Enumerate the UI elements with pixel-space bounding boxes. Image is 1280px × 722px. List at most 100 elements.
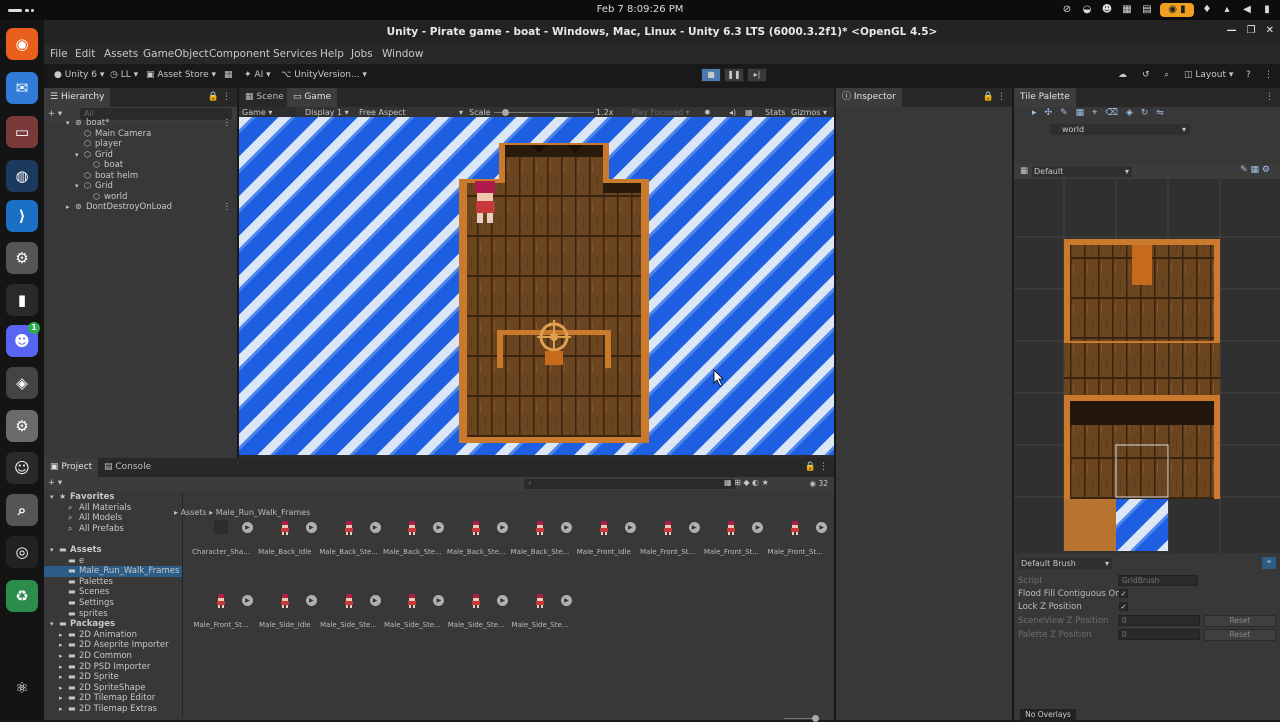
- project-tree-row[interactable]: ▬ Palettes: [44, 577, 182, 588]
- foldout-arrow-icon[interactable]: ▸: [59, 683, 63, 694]
- foldout-arrow-icon[interactable]: ▾: [50, 619, 54, 630]
- terminal-icon[interactable]: ▮: [6, 284, 38, 316]
- foldout-arrow-icon[interactable]: ▾: [50, 545, 54, 556]
- steam-icon[interactable]: ◍: [6, 160, 38, 192]
- grid-toggle-icons[interactable]: ✎ ▦ ⚙: [1240, 165, 1270, 175]
- menu-assets[interactable]: Assets: [104, 48, 138, 60]
- sprite-expand-arrow-icon[interactable]: ▶: [305, 595, 317, 606]
- sprite-expand-arrow-icon[interactable]: ▶: [369, 522, 381, 533]
- close-icon[interactable]: ✕: [1266, 25, 1274, 36]
- scale-slider-handle[interactable]: [502, 109, 509, 116]
- project-tree-row[interactable]: ▬ Scenes: [44, 587, 182, 598]
- sprite-expand-arrow-icon[interactable]: ▶: [497, 522, 509, 533]
- battery-icon[interactable]: ▮: [1260, 3, 1274, 17]
- foldout-arrow-icon[interactable]: ▾: [50, 492, 54, 503]
- flood-fill-checkbox[interactable]: ✓: [1119, 589, 1128, 598]
- project-lock-icon[interactable]: 🔒 ⋮: [799, 458, 834, 477]
- active-target-dropdown[interactable]: Default ▾: [1032, 166, 1132, 177]
- project-tree-row[interactable]: ⌕ All Prefabs: [44, 524, 182, 535]
- discord-icon[interactable]: ☻ 1: [6, 322, 40, 357]
- hierarchy-row[interactable]: ▾ ⬡ Grid: [44, 150, 237, 161]
- foldout-arrow-icon[interactable]: ▸: [59, 662, 63, 673]
- project-tree-row[interactable]: ⌕ All Materials: [44, 503, 182, 514]
- sprite-expand-arrow-icon[interactable]: ▶: [497, 595, 509, 606]
- box-fill-tool-icon[interactable]: ▦: [1076, 108, 1093, 118]
- menu-component[interactable]: Component: [209, 48, 270, 60]
- sprite-expand-arrow-icon[interactable]: ▶: [816, 522, 828, 533]
- asset-label[interactable]: Male_Side_Ste...: [446, 621, 506, 629]
- ll-button[interactable]: ◷ LL ▾: [106, 68, 142, 82]
- project-tree-row[interactable]: ▬ Male_Run_Walk_Frames: [44, 566, 182, 577]
- foldout-arrow-icon[interactable]: ▸: [59, 672, 63, 683]
- clipboard-icon[interactable]: ▤: [1140, 3, 1154, 17]
- foldout-arrow-icon[interactable]: ▾: [75, 150, 79, 161]
- window-title-bar[interactable]: Unity - Pirate game - boat - Windows, Ma…: [44, 20, 1280, 44]
- tab-console[interactable]: ▤ Console: [98, 458, 157, 477]
- asset-label[interactable]: Male_Front_St...: [765, 548, 825, 556]
- hierarchy-lock-icon[interactable]: 🔒 ⋮: [202, 88, 237, 107]
- menu-edit[interactable]: Edit: [75, 48, 95, 60]
- asset-label[interactable]: Male_Side_Ste...: [319, 621, 379, 629]
- tile-palette-grid[interactable]: [1014, 179, 1280, 553]
- sceneview-z-reset-button[interactable]: Reset: [1204, 615, 1276, 627]
- tile-tools-toolbar[interactable]: ▸✣✎▦⌖⌫◈↻⇋: [1032, 108, 1272, 122]
- asset-label[interactable]: Male_Back_Ste...: [446, 548, 506, 556]
- sprite-expand-arrow-icon[interactable]: ▶: [242, 595, 253, 606]
- project-tree-row[interactable]: ▬ sprites: [44, 609, 182, 620]
- sprite-expand-arrow-icon[interactable]: ▶: [561, 595, 572, 606]
- layout-dropdown[interactable]: ◫ Layout ▾: [1180, 68, 1237, 82]
- sprite-thumbnail[interactable]: [278, 593, 292, 608]
- asset-label[interactable]: Male_Back_Idle: [255, 548, 315, 556]
- project-tree-row[interactable]: ▸ ▬ 2D PSD Importer: [44, 662, 182, 673]
- hierarchy-row[interactable]: ▾ ⬡ Grid: [44, 181, 237, 192]
- tab-inspector[interactable]: ⓘ Inspector: [836, 88, 902, 107]
- project-tree-row[interactable]: ▬ Settings: [44, 598, 182, 609]
- asset-label[interactable]: Male_Front_Idle: [574, 548, 634, 556]
- asset-label[interactable]: Male_Back_Ste...: [319, 548, 379, 556]
- project-tree-row[interactable]: ▸ ▬ 2D Tilemap Editor: [44, 693, 182, 704]
- erase-tool-icon[interactable]: ⌫: [1105, 108, 1126, 118]
- asset-label[interactable]: Male_Side_Ste...: [510, 621, 570, 629]
- ai-button[interactable]: ✦ AI ▾: [240, 68, 275, 82]
- asset-store-button[interactable]: ▣ Asset Store ▾: [142, 68, 220, 82]
- project-tree-row[interactable]: ▸ ▬ 2D Common: [44, 651, 182, 662]
- trash-icon[interactable]: ♻: [6, 580, 38, 612]
- foldout-arrow-icon[interactable]: ▸: [59, 640, 63, 651]
- tab-hierarchy[interactable]: ☰ Hierarchy: [44, 88, 111, 107]
- sprite-expand-arrow-icon[interactable]: ▶: [624, 522, 636, 533]
- sceneview-z-input[interactable]: 0: [1118, 615, 1200, 626]
- palette-z-input[interactable]: 0: [1118, 629, 1200, 640]
- sprite-thumbnail[interactable]: [661, 520, 675, 535]
- sprite-thumbnail[interactable]: [597, 520, 611, 535]
- project-tree-row[interactable]: ▬ e: [44, 556, 182, 567]
- version-control-button[interactable]: ⌥ UnityVersion... ▾: [277, 68, 371, 82]
- minimize-icon[interactable]: —: [1227, 25, 1237, 36]
- sprite-thumbnail[interactable]: [405, 520, 419, 535]
- sprite-expand-arrow-icon[interactable]: ▶: [433, 595, 445, 606]
- project-tree-row[interactable]: ⌕ All Models: [44, 513, 182, 524]
- foldout-arrow-icon[interactable]: ▸: [59, 693, 63, 704]
- menu-gameobject[interactable]: GameObject: [143, 48, 208, 60]
- paint-tool-icon[interactable]: ✎: [1060, 108, 1076, 118]
- asset-label[interactable]: Male_Front_St...: [701, 548, 761, 556]
- inspector-lock-icon[interactable]: 🔒 ⋮: [977, 88, 1012, 107]
- row-menu-icon[interactable]: ⋮: [223, 118, 232, 129]
- sprite-thumbnail[interactable]: [533, 593, 547, 608]
- pause-button[interactable]: ❚❚: [724, 68, 744, 82]
- asset-label[interactable]: Male_Front_St...: [191, 621, 251, 629]
- hierarchy-row[interactable]: ⬡ player: [44, 139, 237, 150]
- foldout-arrow-icon[interactable]: ▸: [59, 704, 63, 715]
- rotate-tool-icon[interactable]: ↻: [1141, 108, 1157, 118]
- menu-jobs[interactable]: Jobs: [351, 48, 373, 60]
- history-icon[interactable]: ↺: [1138, 68, 1154, 82]
- volume-icon[interactable]: ◀: [1240, 3, 1254, 17]
- menu-services[interactable]: Services: [273, 48, 317, 60]
- foldout-arrow-icon[interactable]: ▾: [75, 181, 79, 192]
- tab-scene[interactable]: ▦ Scene: [239, 88, 290, 107]
- filter-icons[interactable]: ▦ ⊞ ◆ ◐ ★: [724, 478, 769, 487]
- tab-game[interactable]: ▭ Game: [287, 88, 338, 107]
- obs-icon[interactable]: ◎: [6, 536, 38, 568]
- breadcrumb-folder[interactable]: Male_Run_Walk_Frames: [216, 508, 311, 517]
- picker-tool-icon[interactable]: ⌖: [1092, 108, 1105, 118]
- menu-file[interactable]: File: [50, 48, 68, 60]
